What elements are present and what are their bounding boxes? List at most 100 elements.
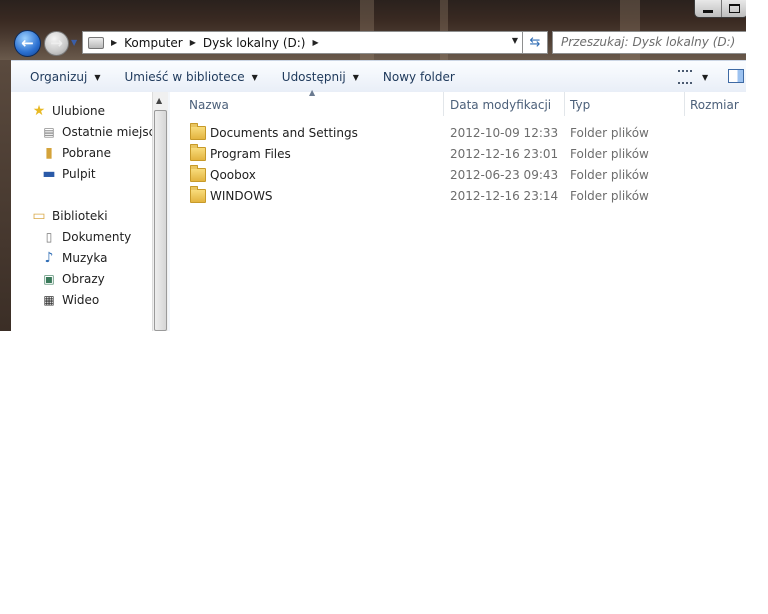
window-frame [0, 60, 11, 331]
address-bar[interactable]: ▶ Komputer ▶ Dysk lokalny (D:) ▶ ▼ [82, 31, 523, 54]
scrollbar-thumb[interactable] [154, 110, 167, 331]
drive-icon [88, 36, 104, 49]
breadcrumb-chevron-icon[interactable]: ▶ [111, 38, 117, 47]
nav-documents-label: Dokumenty [62, 230, 132, 244]
maximize-icon [728, 4, 740, 13]
nav-recent-places-label: Ostatnie miejsca [62, 125, 163, 139]
column-header-size[interactable]: Rozmiar [690, 97, 739, 117]
file-name[interactable]: Documents and Settings [210, 126, 358, 140]
folder-icon [190, 123, 206, 140]
forward-button[interactable]: → [44, 31, 69, 56]
breadcrumb-computer[interactable]: Komputer [124, 36, 183, 50]
folder-icon [190, 186, 206, 203]
scroll-up-icon[interactable]: ▲ [156, 96, 162, 105]
downloads-icon: ▮ [45, 145, 53, 161]
nav-videos[interactable]: ▦ Wideo [41, 292, 99, 308]
search-input[interactable] [561, 32, 746, 51]
column-divider[interactable] [564, 92, 565, 116]
pictures-icon: ▣ [43, 272, 55, 286]
chevron-down-icon: ▼ [251, 72, 258, 82]
change-view-button[interactable]: ▼ [678, 65, 708, 89]
preview-pane-button[interactable] [728, 69, 744, 83]
refresh-icon: ⇆ [529, 35, 541, 50]
back-arrow-icon: ← [21, 34, 34, 52]
file-date: 2012-12-16 23:01 [450, 147, 559, 161]
explorer-window: ← → ▼ ▶ Komputer ▶ Dysk lokalny (D:) ▶ ▼… [0, 0, 746, 331]
nav-pictures-label: Obrazy [62, 272, 105, 286]
include-in-library-button[interactable]: Umieść w bibliotece ▼ [118, 65, 263, 89]
maximize-button[interactable] [722, 0, 747, 17]
organize-label: Organizuj [30, 70, 88, 84]
music-icon: ♪ [44, 250, 54, 266]
nav-recent-places[interactable]: ▤ Ostatnie miejsca [41, 124, 163, 140]
file-name[interactable]: WINDOWS [210, 189, 273, 203]
minimize-button[interactable] [695, 0, 722, 17]
nav-music-label: Muzyka [62, 251, 108, 265]
desktop-icon: ▬ [42, 166, 56, 182]
breadcrumb-drive-d[interactable]: Dysk lokalny (D:) [203, 36, 306, 50]
file-type: Folder plików [570, 126, 649, 140]
nav-downloads-label: Pobrane [62, 146, 112, 160]
column-header-type[interactable]: Typ [570, 97, 590, 117]
nav-documents[interactable]: ▯ Dokumenty [41, 229, 132, 245]
nav-videos-label: Wideo [62, 293, 100, 307]
history-dropdown-icon[interactable]: ▼ [71, 38, 77, 47]
include-in-library-label: Umieść w bibliotece [124, 70, 245, 84]
file-row[interactable]: Qoobox 2012-06-23 09:43 Folder plików [170, 165, 746, 187]
file-type: Folder plików [570, 168, 649, 182]
library-icon: ▭ [32, 208, 46, 224]
folder-icon [190, 165, 206, 182]
breadcrumb-chevron-icon[interactable]: ▶ [190, 38, 196, 47]
column-divider[interactable] [684, 92, 685, 116]
star-icon: ★ [32, 103, 46, 119]
documents-icon: ▯ [45, 230, 53, 244]
nav-pictures[interactable]: ▣ Obrazy [41, 271, 105, 287]
breadcrumb-chevron-icon[interactable]: ▶ [313, 38, 319, 47]
file-type: Folder plików [570, 189, 649, 203]
navigation-scrollbar[interactable]: ▲ [152, 92, 169, 331]
nav-libraries[interactable]: ▭ Biblioteki [31, 208, 108, 224]
nav-favorites[interactable]: ★ Ulubione [31, 103, 105, 119]
chevron-down-icon: ▼ [94, 72, 101, 82]
refresh-button[interactable]: ⇆ [522, 31, 548, 54]
address-dropdown-icon[interactable]: ▼ [512, 36, 518, 45]
navigation-pane: ★ Ulubione ▤ Ostatnie miejsca ▮ Pobrane … [11, 92, 163, 331]
file-date: 2012-12-16 23:14 [450, 189, 559, 203]
new-folder-button[interactable]: Nowy folder [377, 65, 461, 89]
file-row[interactable]: WINDOWS 2012-12-16 23:14 Folder plików [170, 186, 746, 208]
recent-places-icon: ▤ [43, 125, 55, 139]
file-list: ▲ Nazwa Data modyfikacji Typ Rozmiar Doc… [170, 88, 746, 331]
nav-music[interactable]: ♪ Muzyka [41, 250, 108, 266]
share-label: Udostępnij [281, 70, 346, 84]
share-button[interactable]: Udostępnij ▼ [276, 65, 365, 89]
nav-desktop-label: Pulpit [62, 167, 96, 181]
nav-downloads[interactable]: ▮ Pobrane [41, 145, 111, 161]
window-controls [694, 0, 746, 18]
search-box[interactable] [552, 31, 746, 54]
column-header-name[interactable]: Nazwa [189, 97, 229, 117]
chevron-down-icon: ▼ [352, 72, 359, 82]
file-date: 2012-06-23 09:43 [450, 168, 559, 182]
file-name[interactable]: Qoobox [210, 168, 256, 182]
file-row[interactable]: Program Files 2012-12-16 23:01 Folder pl… [170, 144, 746, 166]
file-row[interactable]: Documents and Settings 2012-10-09 12:33 … [170, 123, 746, 145]
view-details-icon [678, 70, 692, 84]
file-name[interactable]: Program Files [210, 147, 291, 161]
chevron-down-icon: ▼ [702, 72, 709, 82]
sort-ascending-icon: ▲ [309, 88, 316, 97]
column-header-date[interactable]: Data modyfikacji [450, 97, 551, 117]
new-folder-label: Nowy folder [382, 70, 455, 84]
forward-arrow-icon: → [50, 34, 63, 52]
nav-favorites-label: Ulubione [52, 104, 106, 118]
videos-icon: ▦ [43, 293, 55, 307]
command-bar: Organizuj ▼ Umieść w bibliotece ▼ Udostępn… [11, 60, 746, 94]
file-date: 2012-10-09 12:33 [450, 126, 559, 140]
file-type: Folder plików [570, 147, 649, 161]
minimize-icon [702, 9, 713, 13]
organize-button[interactable]: Organizuj ▼ [24, 65, 106, 89]
back-button[interactable]: ← [14, 30, 41, 57]
column-divider[interactable] [443, 92, 444, 116]
nav-desktop[interactable]: ▬ Pulpit [41, 166, 96, 182]
folder-icon [190, 144, 206, 161]
nav-libraries-label: Biblioteki [52, 209, 108, 223]
